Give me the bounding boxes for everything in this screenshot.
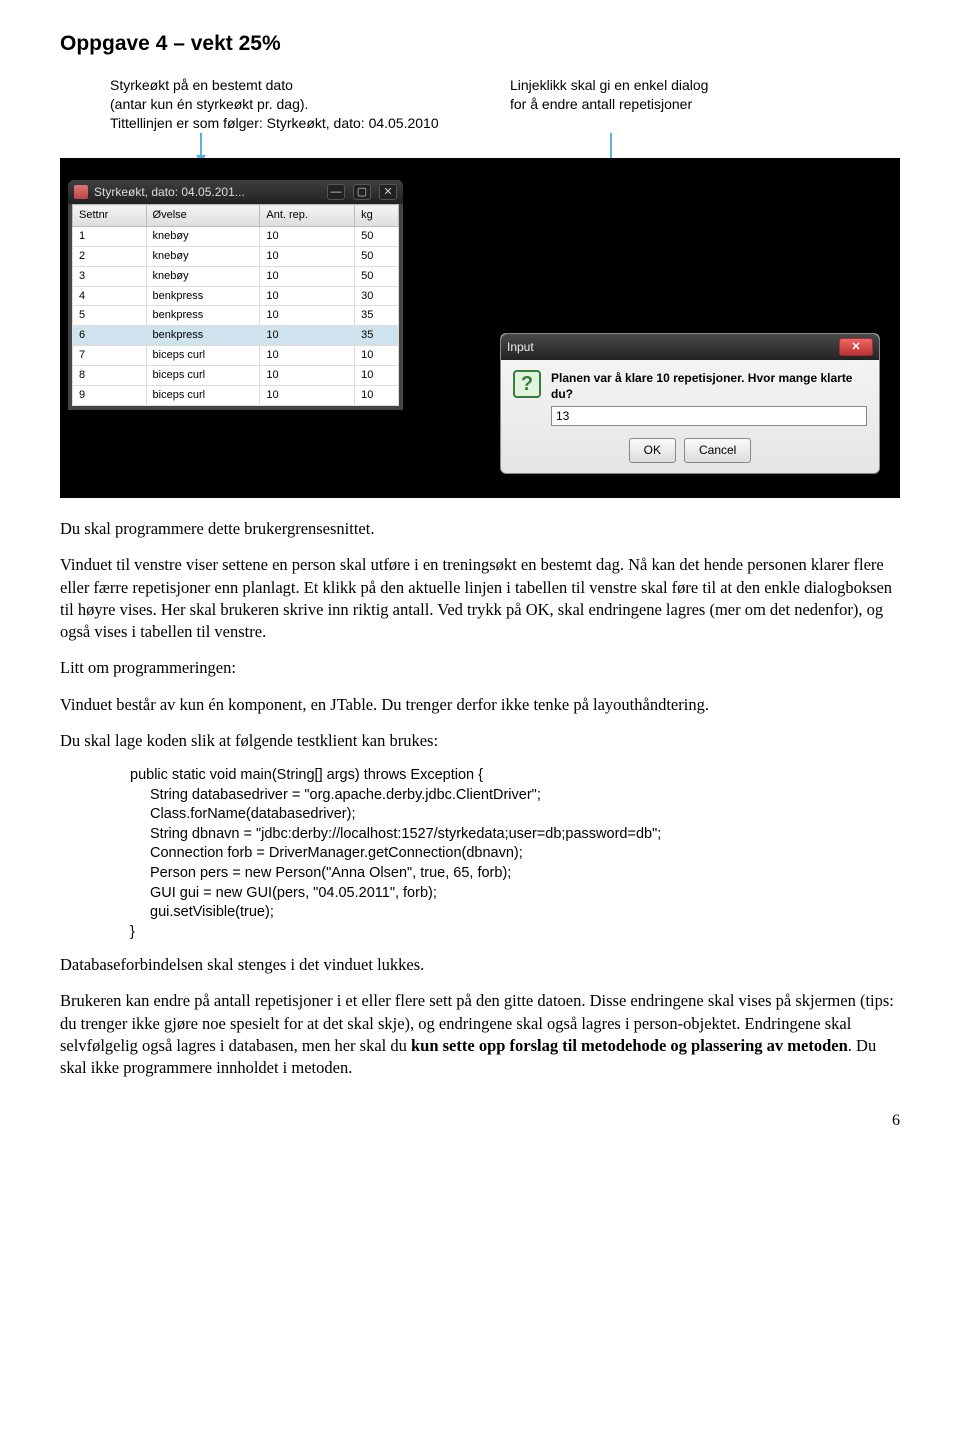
annotation-row: Styrkeøkt på en bestemt dato (antar kun … — [110, 76, 900, 133]
dialog-input[interactable] — [551, 406, 867, 426]
table-cell: 8 — [73, 365, 147, 385]
table-cell: 50 — [355, 246, 399, 266]
table-row[interactable]: 6benkpress1035 — [73, 326, 399, 346]
table-cell: 9 — [73, 385, 147, 405]
question-icon: ? — [513, 370, 541, 398]
table-cell: 10 — [260, 246, 355, 266]
code-l3: Class.forName(databasedriver); — [130, 805, 900, 825]
dialog-message: Planen var å klare 10 repetisjoner. Hvor… — [551, 370, 867, 402]
dialog-titlebar[interactable]: Input ✕ — [501, 334, 879, 360]
table-cell: biceps curl — [146, 365, 260, 385]
sets-table[interactable]: Settnr Øvelse Ant. rep. kg 1knebøy10502k… — [72, 204, 399, 405]
table-cell: 30 — [355, 286, 399, 306]
code-l8: gui.setVisible(true); — [130, 903, 900, 923]
screenshot-panel: Styrkeøkt, dato: 04.05.201... — ▢ ✕ Sett… — [60, 158, 900, 498]
table-cell: benkpress — [146, 286, 260, 306]
table-cell: 10 — [260, 306, 355, 326]
table-cell: 5 — [73, 306, 147, 326]
page-number: 6 — [60, 1110, 900, 1132]
code-l7: GUI gui = new GUI(pers, "04.05.2011", fo… — [130, 884, 900, 904]
table-row[interactable]: 2knebøy1050 — [73, 246, 399, 266]
annot-left-line2: (antar kun én styrkeøkt pr. dag). — [110, 95, 450, 114]
paragraph-4: Vinduet består av kun én komponent, en J… — [60, 694, 900, 716]
table-cell: 10 — [355, 385, 399, 405]
close-button[interactable]: ✕ — [379, 184, 397, 200]
table-cell: 10 — [260, 266, 355, 286]
arrow-left — [200, 133, 202, 161]
maximize-button[interactable]: ▢ — [353, 184, 371, 200]
table-row[interactable]: 9biceps curl1010 — [73, 385, 399, 405]
table-cell: 10 — [260, 346, 355, 366]
dialog-title: Input — [507, 339, 534, 355]
paragraph-3: Litt om programmeringen: — [60, 657, 900, 679]
code-l2: String databasedriver = "org.apache.derb… — [130, 786, 900, 806]
cancel-button[interactable]: Cancel — [684, 438, 751, 462]
paragraph-5: Du skal lage koden slik at følgende test… — [60, 730, 900, 752]
table-row[interactable]: 1knebøy1050 — [73, 227, 399, 247]
paragraph-7b: kun sette opp forslag til metodehode og … — [411, 1036, 848, 1055]
col-kg[interactable]: kg — [355, 205, 399, 227]
paragraph-6: Databaseforbindelsen skal stenges i det … — [60, 954, 900, 976]
page-title: Oppgave 4 – vekt 25% — [60, 30, 900, 58]
input-dialog: Input ✕ ? Planen var å klare 10 repetisj… — [500, 333, 880, 474]
window-title: Styrkeøkt, dato: 04.05.201... — [94, 184, 245, 200]
dialog-close-button[interactable]: ✕ — [839, 338, 873, 356]
annot-right-line1: Linjeklikk skal gi en enkel dialog — [510, 76, 790, 95]
table-cell: 3 — [73, 266, 147, 286]
table-cell: 10 — [260, 385, 355, 405]
table-row[interactable]: 5benkpress1035 — [73, 306, 399, 326]
annotation-left: Styrkeøkt på en bestemt dato (antar kun … — [110, 76, 450, 133]
table-cell: 7 — [73, 346, 147, 366]
table-cell: 4 — [73, 286, 147, 306]
table-cell: 50 — [355, 266, 399, 286]
code-l1: public static void main(String[] args) t… — [130, 766, 900, 786]
code-l5: Connection forb = DriverManager.getConne… — [130, 844, 900, 864]
table-row[interactable]: 4benkpress1030 — [73, 286, 399, 306]
code-l9: } — [130, 923, 900, 943]
table-cell: 10 — [355, 346, 399, 366]
table-cell: biceps curl — [146, 346, 260, 366]
table-cell: benkpress — [146, 326, 260, 346]
table-cell: 50 — [355, 227, 399, 247]
table-cell: 6 — [73, 326, 147, 346]
table-cell: 10 — [355, 365, 399, 385]
table-cell: 2 — [73, 246, 147, 266]
table-cell: 1 — [73, 227, 147, 247]
table-cell: 35 — [355, 306, 399, 326]
table-row[interactable]: 3knebøy1050 — [73, 266, 399, 286]
code-l6: Person pers = new Person("Anna Olsen", t… — [130, 864, 900, 884]
annot-left-line1: Styrkeøkt på en bestemt dato — [110, 76, 450, 95]
annot-left-line3: Tittellinjen er som følger: Styrkeøkt, d… — [110, 114, 450, 133]
ok-button[interactable]: OK — [629, 438, 676, 462]
window-styrkeokt: Styrkeøkt, dato: 04.05.201... — ▢ ✕ Sett… — [68, 180, 403, 410]
table-cell: benkpress — [146, 306, 260, 326]
paragraph-7: Brukeren kan endre på antall repetisjone… — [60, 990, 900, 1079]
paragraph-1: Du skal programmere dette brukergrensesn… — [60, 518, 900, 540]
col-ovelse[interactable]: Øvelse — [146, 205, 260, 227]
table-cell: knebøy — [146, 246, 260, 266]
annotation-right: Linjeklikk skal gi en enkel dialog for å… — [510, 76, 790, 133]
table-cell: 35 — [355, 326, 399, 346]
code-block: public static void main(String[] args) t… — [130, 766, 900, 942]
table-cell: knebøy — [146, 266, 260, 286]
code-l4: String dbnavn = "jdbc:derby://localhost:… — [130, 825, 900, 845]
table-cell: 10 — [260, 326, 355, 346]
paragraph-2: Vinduet til venstre viser settene en per… — [60, 554, 900, 643]
table-cell: biceps curl — [146, 385, 260, 405]
table-cell: 10 — [260, 227, 355, 247]
col-settnr[interactable]: Settnr — [73, 205, 147, 227]
table-cell: 10 — [260, 286, 355, 306]
table-row[interactable]: 7biceps curl1010 — [73, 346, 399, 366]
col-antrep[interactable]: Ant. rep. — [260, 205, 355, 227]
table-row[interactable]: 8biceps curl1010 — [73, 365, 399, 385]
window-titlebar[interactable]: Styrkeøkt, dato: 04.05.201... — ▢ ✕ — [68, 180, 403, 204]
table-cell: knebøy — [146, 227, 260, 247]
annot-right-line2: for å endre antall repetisjoner — [510, 95, 790, 114]
table-cell: 10 — [260, 365, 355, 385]
java-icon — [74, 185, 88, 199]
minimize-button[interactable]: — — [327, 184, 345, 200]
